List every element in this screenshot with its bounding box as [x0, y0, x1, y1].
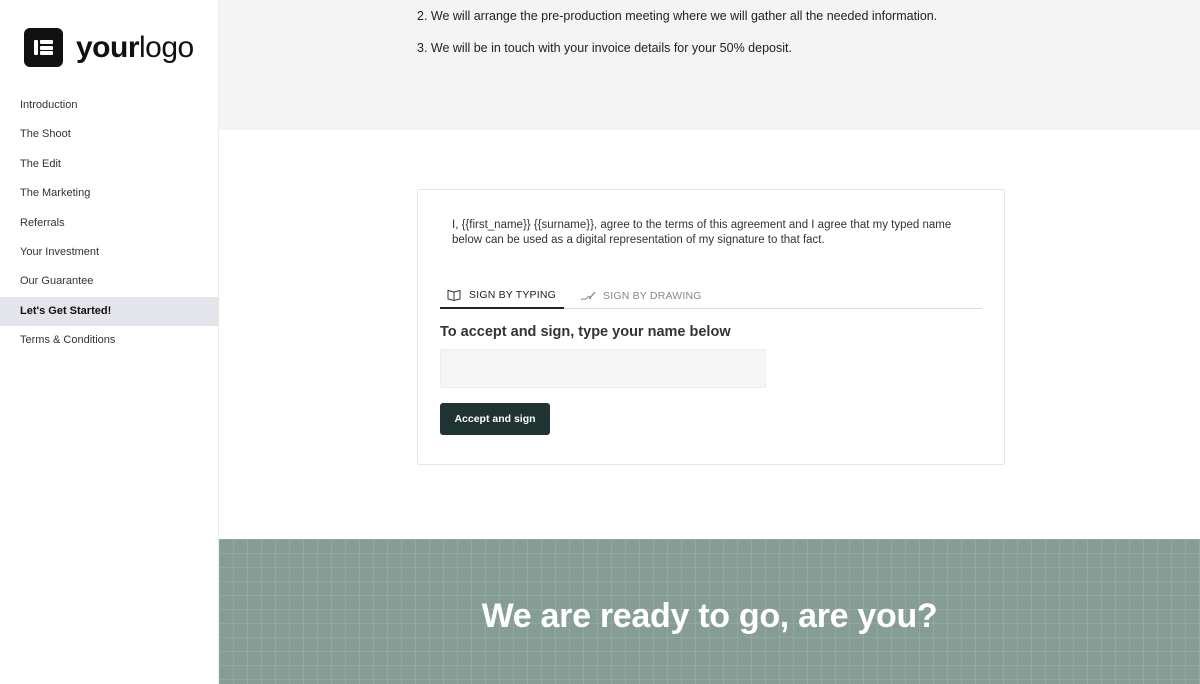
sidebar-nav: Introduction The Shoot The Edit The Mark… — [0, 91, 219, 356]
pen-icon — [580, 291, 596, 301]
keyboard-icon — [447, 289, 461, 301]
sign-instructions: To accept and sign, type your name below — [440, 324, 731, 340]
sidebar-item-the-edit[interactable]: The Edit — [0, 150, 219, 179]
sidebar-item-introduction[interactable]: Introduction — [0, 91, 219, 120]
cta-banner: We are ready to go, are you? — [219, 539, 1200, 684]
logo-icon — [24, 28, 63, 67]
next-steps-section: 2. We will arrange the pre-production me… — [219, 0, 1200, 130]
step-2-text: 2. We will arrange the pre-production me… — [417, 9, 938, 23]
tab-sign-by-typing-label: SIGN BY TYPING — [469, 289, 557, 301]
signature-name-input[interactable] — [440, 349, 766, 388]
logo[interactable]: yourlogo — [24, 28, 194, 67]
banner-title: We are ready to go, are you? — [481, 597, 938, 635]
sidebar-item-the-shoot[interactable]: The Shoot — [0, 120, 219, 149]
signature-card: I, {{first_name}} {{surname}}, agree to … — [417, 189, 1005, 465]
sidebar-item-lets-get-started[interactable]: Let's Get Started! — [0, 296, 219, 327]
tab-sign-by-typing[interactable]: SIGN BY TYPING — [440, 283, 565, 309]
step-3-text: 3. We will be in touch with your invoice… — [417, 41, 792, 55]
sidebar-item-your-investment[interactable]: Your Investment — [0, 238, 219, 267]
signature-tabs: SIGN BY TYPING SIGN BY DRAWING — [440, 283, 982, 309]
sidebar-item-our-guarantee[interactable]: Our Guarantee — [0, 267, 219, 296]
tab-sign-by-drawing[interactable]: SIGN BY DRAWING — [580, 283, 702, 309]
tab-sign-by-drawing-label: SIGN BY DRAWING — [603, 290, 702, 302]
sidebar-item-the-marketing[interactable]: The Marketing — [0, 179, 219, 208]
accept-and-sign-button[interactable]: Accept and sign — [440, 403, 550, 435]
logo-text: yourlogo — [76, 30, 194, 64]
sidebar: yourlogo Introduction The Shoot The Edit… — [0, 0, 219, 684]
sidebar-item-referrals[interactable]: Referrals — [0, 209, 219, 238]
sidebar-item-terms-conditions[interactable]: Terms & Conditions — [0, 326, 219, 355]
main-content: 2. We will arrange the pre-production me… — [219, 0, 1200, 684]
agreement-text: I, {{first_name}} {{surname}}, agree to … — [452, 219, 952, 246]
